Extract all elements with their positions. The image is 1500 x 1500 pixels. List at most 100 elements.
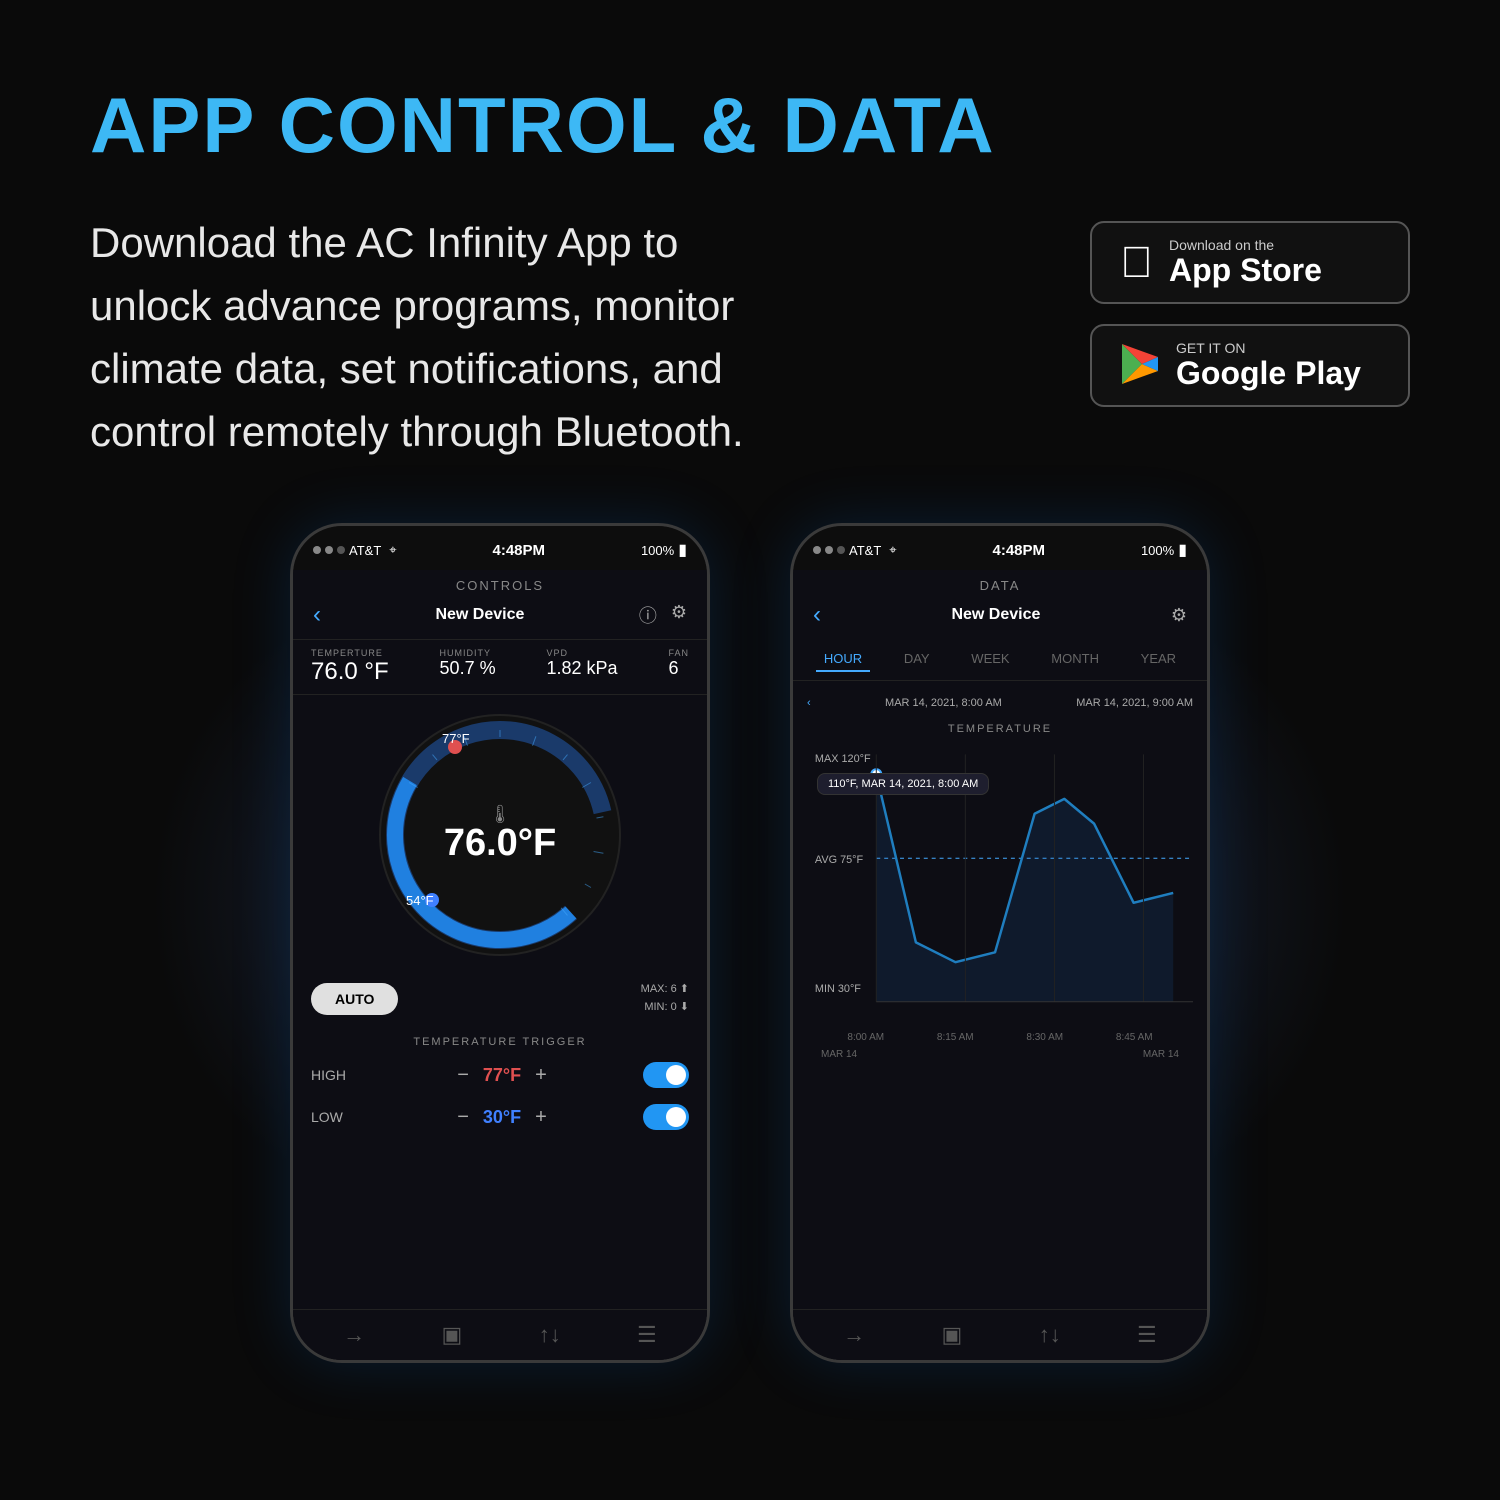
data-nav: ‹ New Device ⚙ <box>793 597 1207 639</box>
trigger-row-low: LOW − 30°F + <box>311 1104 689 1130</box>
signal-dot <box>337 546 345 554</box>
phone1-frame: AT&T ⌖ 4:48PM 100% ▮ CONTROLS ‹ New Devi… <box>290 523 710 1363</box>
phone2-bottom-nav: → ▣ ↑↓ ☰ <box>793 1309 1207 1360</box>
data-back-icon[interactable]: ‹ <box>813 601 821 629</box>
description-text: Download the AC Infinity App to unlock a… <box>90 211 760 463</box>
high-minus-button[interactable]: − <box>457 1064 469 1087</box>
nav-icon-home-2[interactable]: → <box>843 1322 865 1348</box>
nav-icon-controls[interactable]: ▣ <box>442 1322 463 1348</box>
date-back-icon[interactable]: ‹ <box>807 697 811 709</box>
battery-icon: ▮ <box>1178 540 1187 560</box>
low-plus-button[interactable]: + <box>535 1106 547 1129</box>
phone2-frame: AT&T ⌖ 4:48PM 100% ▮ DATA ‹ New Device ⚙ <box>790 523 1210 1363</box>
trigger-controls-high: − 77°F + <box>457 1064 547 1087</box>
chart-label: TEMPERATURE <box>793 723 1207 735</box>
phone1-bottom-nav: → ▣ ↑↓ ☰ <box>293 1309 707 1360</box>
phone2-carrier: AT&T <box>849 543 881 558</box>
phone2-battery: 100% ▮ <box>1141 540 1187 560</box>
min-value: MIN: 0 ⬇ <box>641 999 689 1017</box>
nav-icon-controls-2[interactable]: ▣ <box>942 1322 963 1348</box>
phone2-screen: DATA ‹ New Device ⚙ HOUR DAY WEEK MONTH … <box>793 570 1207 1363</box>
fan-label: FAN <box>668 648 689 658</box>
chart-dates: MAR 14 MAR 14 <box>807 1047 1193 1062</box>
controls-title: CONTROLS <box>293 578 707 593</box>
phone1-battery: 100% ▮ <box>641 540 687 560</box>
tab-month[interactable]: MONTH <box>1043 647 1107 672</box>
phones-section: AT&T ⌖ 4:48PM 100% ▮ CONTROLS ‹ New Devi… <box>90 523 1410 1363</box>
x-label-1: 8:00 AM <box>847 1032 884 1043</box>
phone1-wifi-icon: ⌖ <box>389 542 396 558</box>
temp-value: 76.0 °F <box>311 658 389 686</box>
info-icon[interactable]: ⓘ <box>639 602 657 628</box>
trigger-section: TEMPERATURE TRIGGER HIGH − 77°F + LOW <box>293 1022 707 1130</box>
data-settings-icon[interactable]: ⚙ <box>1171 605 1187 626</box>
appstore-small-text: Download on the <box>1169 237 1322 253</box>
low-temp-value: 30°F <box>483 1107 521 1128</box>
trigger-controls-low: − 30°F + <box>457 1106 547 1129</box>
low-toggle[interactable] <box>643 1104 689 1130</box>
tab-year[interactable]: YEAR <box>1133 647 1184 672</box>
svg-text:54°F: 54°F <box>406 893 434 908</box>
high-toggle[interactable] <box>643 1062 689 1088</box>
appstore-button[interactable]:  Download on the App Store <box>1090 221 1410 304</box>
controls-nav: ‹ New Device ⓘ ⚙ <box>293 597 707 639</box>
humidity-label: HUMIDITY <box>440 648 496 658</box>
svg-text:🌡: 🌡 <box>489 804 512 824</box>
trigger-title: TEMPERATURE TRIGGER <box>311 1036 689 1048</box>
gauge-svg: 77°F 54°F 🌡 76.0°F <box>370 705 630 965</box>
googleplay-button[interactable]: GET IT ON Google Play <box>1090 324 1410 407</box>
auto-button[interactable]: AUTO <box>311 983 398 1015</box>
main-container: APP CONTROL & DATA Download the AC Infin… <box>0 0 1500 1500</box>
signal-dot <box>825 546 833 554</box>
appstore-big-text: App Store <box>1169 253 1322 288</box>
phone1-status-bar: AT&T ⌖ 4:48PM 100% ▮ <box>293 526 707 570</box>
back-icon[interactable]: ‹ <box>313 601 321 629</box>
phone2-time: 4:48PM <box>993 542 1046 559</box>
controls-header: CONTROLS <box>293 570 707 597</box>
battery-icon: ▮ <box>678 540 687 560</box>
page-title: APP CONTROL & DATA <box>90 80 1410 171</box>
temp-label: TEMPERTURE <box>311 648 389 658</box>
phone2-device-name: New Device <box>951 606 1040 624</box>
nav-icon-settings[interactable]: ☰ <box>637 1322 657 1348</box>
date-label-start: MAR 14 <box>821 1049 857 1060</box>
svg-text:76.0°F: 76.0°F <box>444 822 556 864</box>
date-label-end: MAR 14 <box>1143 1049 1179 1060</box>
nav-icon-data[interactable]: ↑↓ <box>539 1322 561 1348</box>
sensor-bar: TEMPERTURE 76.0 °F HUMIDITY 50.7 % VPD 1… <box>293 639 707 695</box>
low-minus-button[interactable]: − <box>457 1106 469 1129</box>
phone1-time: 4:48PM <box>493 542 546 559</box>
tab-week[interactable]: WEEK <box>963 647 1017 672</box>
max-value: MAX: 6 ⬆ <box>641 981 689 999</box>
date-range: ‹ MAR 14, 2021, 8:00 AM MAR 14, 2021, 9:… <box>793 691 1207 715</box>
phone2-wifi-icon: ⌖ <box>889 542 896 558</box>
chart-tooltip: 110°F, MAR 14, 2021, 8:00 AM <box>817 773 989 795</box>
high-plus-button[interactable]: + <box>535 1064 547 1087</box>
svg-text:AVG 75°F: AVG 75°F <box>815 854 864 866</box>
top-section: Download the AC Infinity App to unlock a… <box>90 211 1410 463</box>
phone1-device-name: New Device <box>435 606 524 624</box>
trigger-row-high: HIGH − 77°F + <box>311 1062 689 1088</box>
data-screen-title: DATA <box>793 578 1207 593</box>
date-start: MAR 14, 2021, 8:00 AM <box>885 697 1002 709</box>
nav-icon-data-2[interactable]: ↑↓ <box>1039 1322 1061 1348</box>
vpd-sensor: VPD 1.82 kPa <box>547 648 618 686</box>
tab-day[interactable]: DAY <box>896 647 938 672</box>
signal-dot <box>813 546 821 554</box>
store-buttons:  Download on the App Store GET IT ON Go… <box>1090 221 1410 407</box>
phone2-status-bar: AT&T ⌖ 4:48PM 100% ▮ <box>793 526 1207 570</box>
signal-dot <box>325 546 333 554</box>
humidity-sensor: HUMIDITY 50.7 % <box>440 648 496 686</box>
trigger-label-high: HIGH <box>311 1067 361 1083</box>
phone1-carrier: AT&T <box>349 543 381 558</box>
signal-dot <box>837 546 845 554</box>
settings-icon[interactable]: ⚙ <box>671 602 687 628</box>
nav-icon-home[interactable]: → <box>343 1322 365 1348</box>
tab-hour[interactable]: HOUR <box>816 647 870 672</box>
nav-icons: ⓘ ⚙ <box>639 602 687 628</box>
apple-icon:  <box>1120 241 1153 285</box>
nav-icon-settings-2[interactable]: ☰ <box>1137 1322 1157 1348</box>
gauge-container: 77°F 54°F 🌡 76.0°F <box>293 705 707 965</box>
auto-row: AUTO MAX: 6 ⬆ MIN: 0 ⬇ <box>293 975 707 1022</box>
phone1-screen: CONTROLS ‹ New Device ⓘ ⚙ TEMPERTURE 76.… <box>293 570 707 1363</box>
